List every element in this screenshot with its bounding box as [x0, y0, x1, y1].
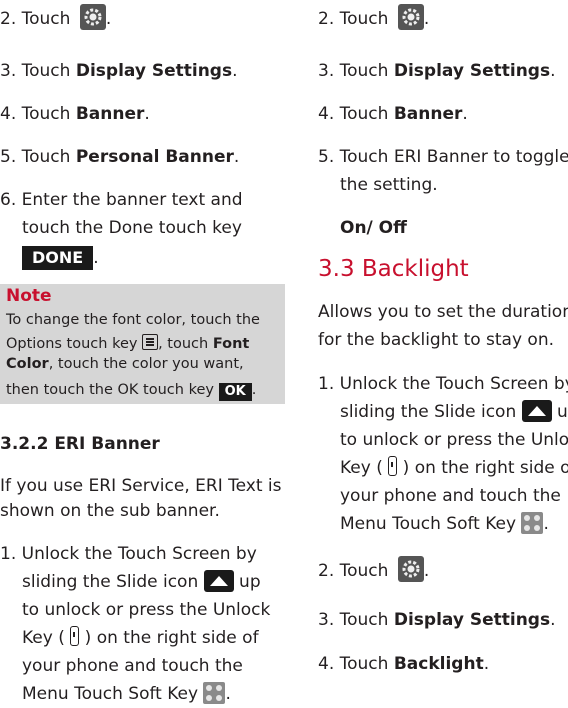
note-title: Note [6, 286, 52, 306]
on-off-options: On/ Off [340, 218, 407, 238]
gear-icon [79, 4, 106, 30]
slide-up-icon [203, 570, 234, 592]
note-line: Color, touch the color you want, [6, 356, 244, 372]
section-title: 3.3 Backlight [318, 256, 469, 282]
paragraph: shown on the sub banner. [0, 501, 220, 521]
paragraph: Allows you to set the duration [318, 302, 568, 322]
menu-path: Display Settings [75, 61, 233, 81]
left-step-1: 1. Unlock the Touch Screen by [0, 544, 257, 564]
note-line: then touch the OK touch key OK. [6, 378, 279, 404]
menu-path: Banner [75, 104, 145, 124]
left-step-3: 3. Touch Display Settings. [0, 61, 238, 81]
left-step-2: 2. Touch . [0, 4, 111, 33]
right-step-5: 5. Touch ERI Banner to toggle [318, 147, 568, 167]
step-number: 2. [0, 9, 17, 29]
paragraph: for the backlight to stay on. [318, 330, 555, 350]
left-step-6-line3: DONE. [22, 244, 99, 272]
options-key-icon [142, 334, 159, 350]
unlock-key-icon [70, 626, 80, 646]
right-step-4: 4. Touch Banner. [318, 104, 468, 124]
right-step-2b: 2. Touch . [318, 556, 429, 585]
right-step-3b: 3. Touch Display Settings. [318, 610, 556, 630]
menu-path: Personal Banner [75, 147, 234, 167]
left-step-4: 4. Touch Banner. [0, 104, 150, 124]
gear-icon [397, 556, 424, 582]
section-heading: 3.2.2 ERI Banner [0, 434, 160, 454]
left-step-6-line2: touch the Done touch key [22, 218, 242, 238]
menu-soft-key-icon [203, 682, 226, 704]
note-line: To change the font color, touch the [6, 312, 260, 328]
menu-soft-key-icon [521, 512, 544, 534]
right-step-1: 1. Unlock the Touch Screen by [318, 374, 568, 394]
done-key: DONE [22, 246, 94, 270]
ok-key: OK [218, 383, 252, 401]
unlock-key-icon [388, 456, 398, 476]
left-step-6: 6. Enter the banner text and [0, 190, 243, 210]
note-line: Options touch key , touch Font [6, 334, 250, 352]
left-step-5: 5. Touch Personal Banner. [0, 147, 240, 167]
slide-up-icon [521, 400, 552, 422]
right-step-2: 2. Touch . [318, 4, 429, 33]
right-step-4b: 4. Touch Backlight. [318, 654, 490, 674]
gear-icon [397, 4, 424, 30]
right-step-3: 3. Touch Display Settings. [318, 61, 556, 81]
step-text: Touch [21, 9, 71, 29]
note-box: Note To change the font color, touch the… [0, 284, 285, 384]
paragraph: If you use ERI Service, ERI Text is [0, 476, 282, 496]
